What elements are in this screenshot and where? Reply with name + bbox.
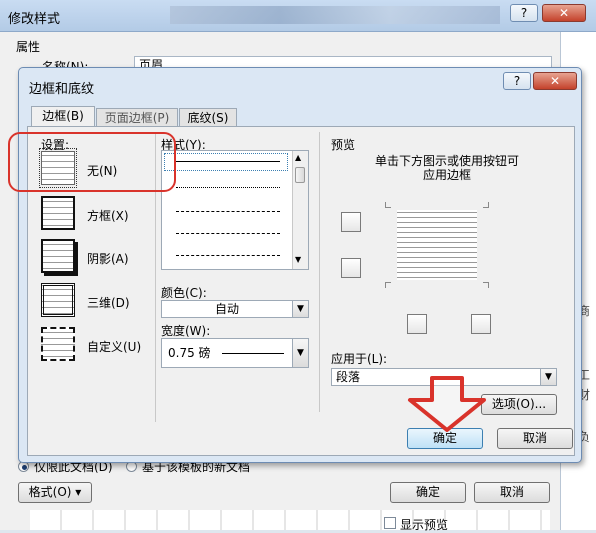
setting-custom-icon[interactable]	[41, 327, 75, 361]
inner-help-button[interactable]: ?	[503, 72, 531, 90]
left-border-button[interactable]	[407, 314, 427, 334]
outer-help-button[interactable]: ?	[510, 4, 538, 22]
tab-page-border[interactable]: 页面边框(P)	[96, 108, 178, 127]
setting-3d-label[interactable]: 三维(D)	[87, 294, 130, 311]
color-combo[interactable]: 自动 ▼	[161, 300, 309, 318]
style-list-scrollbar[interactable]: ▲ ▼	[292, 151, 308, 269]
background-document-strip	[30, 510, 550, 530]
line-style-dotted[interactable]	[176, 187, 280, 188]
setting-3d-icon[interactable]	[41, 283, 75, 317]
width-combo[interactable]: 0.75 磅 ▼	[161, 338, 309, 368]
middle-border-button[interactable]	[341, 258, 361, 278]
setting-custom-label[interactable]: 自定义(U)	[87, 338, 141, 355]
outer-close-button[interactable]: ✕	[542, 4, 586, 22]
tab-shading[interactable]: 底纹(S)	[179, 108, 237, 127]
inner-cancel-button[interactable]: 取消	[497, 428, 573, 449]
blurred-ribbon	[170, 6, 500, 24]
width-line-sample	[222, 353, 284, 354]
show-preview-checkbox[interactable]	[384, 517, 396, 529]
right-border-button[interactable]	[471, 314, 491, 334]
line-style-selected[interactable]	[164, 153, 288, 171]
options-button[interactable]: 选项(O)...	[481, 394, 557, 415]
borders-and-shading-dialog: 边框和底纹 ? ✕ 边框(B) 页面边框(P) 底纹(S) 设置: 无(N) 方…	[18, 67, 582, 463]
corner-mark	[483, 202, 489, 208]
outer-dialog-title: 修改样式	[8, 12, 61, 27]
preview-label: 预览	[331, 138, 356, 152]
line-style-dashed-fine[interactable]	[176, 211, 280, 212]
preview-hint-2: 应用边框	[423, 168, 472, 182]
color-label: 颜色(C):	[161, 286, 207, 300]
preview-page[interactable]	[385, 194, 495, 294]
properties-label: 属性	[16, 40, 41, 54]
setting-box-icon[interactable]	[41, 196, 75, 230]
divider	[319, 132, 320, 412]
tab-borders[interactable]: 边框(B)	[31, 106, 95, 127]
outer-ok-button[interactable]: 确定	[390, 482, 466, 503]
inner-close-button[interactable]: ✕	[533, 72, 577, 90]
scroll-down-icon[interactable]: ▼	[295, 255, 301, 264]
line-style-dash-dot[interactable]	[176, 255, 280, 256]
line-style-solid[interactable]	[176, 161, 280, 162]
corner-mark	[483, 282, 489, 288]
chevron-down-icon[interactable]: ▼	[540, 369, 556, 385]
top-border-button[interactable]	[341, 212, 361, 232]
preview-text-lines	[397, 210, 477, 280]
show-preview-label: 显示预览	[400, 518, 449, 532]
apply-to-label: 应用于(L):	[331, 352, 388, 366]
outer-cancel-button[interactable]: 取消	[474, 482, 550, 503]
corner-mark	[385, 202, 391, 208]
setting-shadow-label[interactable]: 阴影(A)	[87, 250, 129, 267]
width-value: 0.75 磅	[168, 346, 211, 360]
setting-box-label[interactable]: 方框(X)	[87, 207, 129, 224]
inner-dialog-title: 边框和底纹	[29, 82, 95, 97]
color-value: 自动	[214, 302, 239, 316]
apply-to-value: 段落	[336, 370, 361, 384]
annotation-highlight	[8, 132, 176, 192]
annotation-arrow	[408, 376, 486, 432]
chevron-down-icon[interactable]: ▼	[292, 339, 308, 367]
format-button[interactable]: 格式(O) ▾	[18, 482, 92, 503]
line-style-dashed[interactable]	[176, 233, 280, 234]
line-style-list[interactable]: ▲ ▼	[161, 150, 309, 270]
scroll-up-icon[interactable]: ▲	[295, 153, 301, 162]
setting-shadow-icon[interactable]	[41, 239, 75, 273]
width-label: 宽度(W):	[161, 324, 211, 338]
scroll-thumb[interactable]	[295, 167, 305, 183]
corner-mark	[385, 282, 391, 288]
chevron-down-icon[interactable]: ▼	[292, 301, 308, 317]
